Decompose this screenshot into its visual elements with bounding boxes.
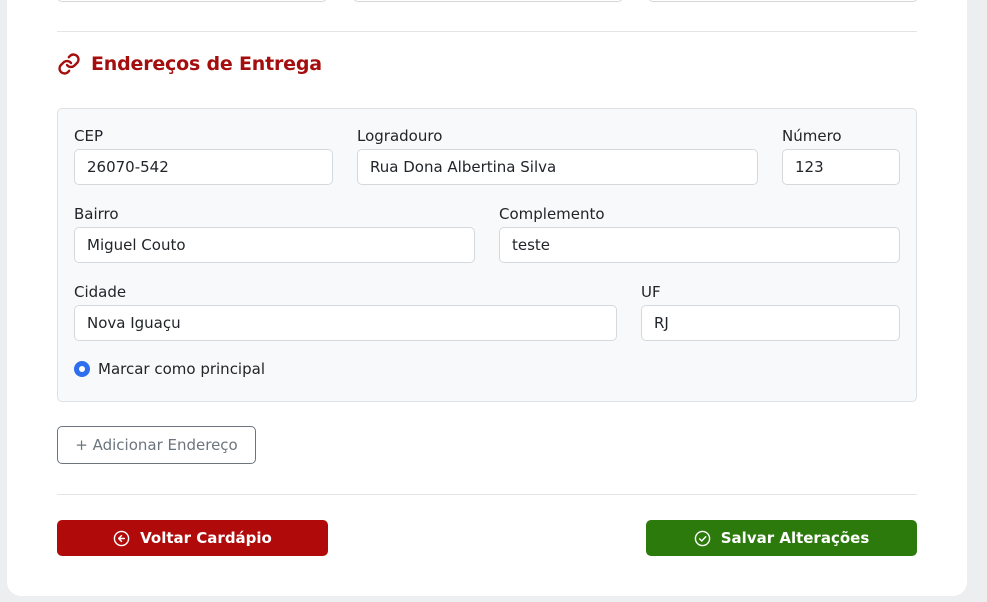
arrow-left-circle-icon bbox=[113, 530, 130, 547]
uf-label: UF bbox=[641, 283, 661, 301]
bairro-label: Bairro bbox=[74, 205, 119, 223]
logradouro-label: Logradouro bbox=[357, 127, 443, 145]
save-changes-button[interactable]: Salvar Alterações bbox=[646, 520, 917, 556]
cep-input[interactable] bbox=[74, 149, 333, 185]
uf-input[interactable] bbox=[641, 305, 900, 341]
complemento-label: Complemento bbox=[499, 205, 605, 223]
back-button-label: Voltar Cardápio bbox=[140, 529, 272, 547]
cep-label: CEP bbox=[74, 127, 103, 145]
section-divider-bottom bbox=[57, 494, 917, 495]
section-title: Endereços de Entrega bbox=[91, 53, 322, 75]
principal-label: Marcar como principal bbox=[98, 360, 265, 378]
principal-option[interactable]: Marcar como principal bbox=[74, 360, 265, 378]
complemento-input[interactable] bbox=[499, 227, 900, 263]
section-divider-top bbox=[57, 31, 917, 32]
logradouro-input[interactable] bbox=[357, 149, 758, 185]
save-button-label: Salvar Alterações bbox=[720, 529, 870, 547]
bairro-input[interactable] bbox=[74, 227, 475, 263]
cidade-input[interactable] bbox=[74, 305, 617, 341]
add-address-button[interactable]: + Adicionar Endereço bbox=[57, 426, 256, 464]
numero-input[interactable] bbox=[782, 149, 900, 185]
previous-field-input-2[interactable] bbox=[353, 0, 623, 2]
check-circle-icon bbox=[694, 530, 711, 547]
cidade-label: Cidade bbox=[74, 283, 127, 301]
link-icon bbox=[57, 52, 81, 76]
principal-radio[interactable] bbox=[74, 361, 90, 377]
previous-field-input-1[interactable] bbox=[57, 0, 327, 2]
section-header: Endereços de Entrega bbox=[57, 51, 322, 77]
previous-field-input-3[interactable] bbox=[648, 0, 918, 2]
back-to-menu-button[interactable]: Voltar Cardápio bbox=[57, 520, 328, 556]
numero-label: Número bbox=[782, 127, 842, 145]
